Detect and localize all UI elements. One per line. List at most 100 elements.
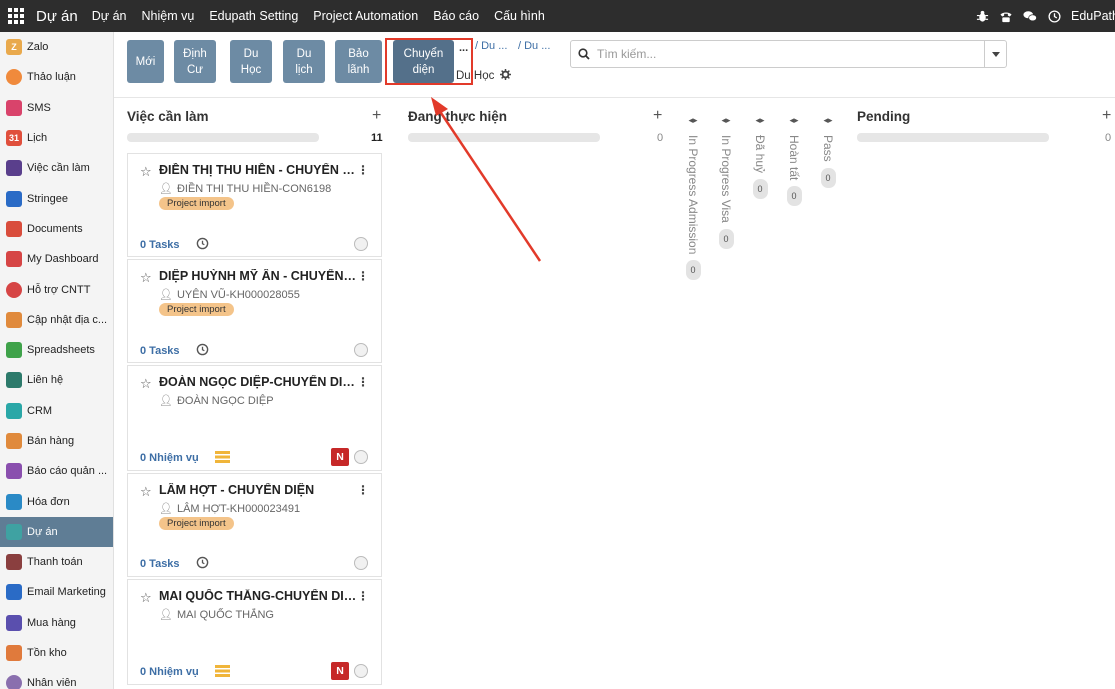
status-circle[interactable] [354,237,368,251]
clock-icon[interactable] [1047,9,1061,23]
bug-icon[interactable] [975,9,989,23]
star-icon[interactable]: ☆ [140,270,152,286]
layers-icon[interactable] [215,665,230,680]
apps-menu-icon[interactable] [0,0,32,32]
menu-cau-hinh[interactable]: Cấu hình [494,9,545,23]
user-avatar-badge[interactable]: N [331,448,349,466]
status-circle[interactable] [354,343,368,357]
breadcrumb-more[interactable]: ... [459,42,468,54]
phone-icon[interactable] [999,9,1013,23]
app-brand[interactable]: Dự án [36,8,78,25]
menu-bao-cao[interactable]: Báo cáo [433,9,479,23]
bao-lanh-button[interactable]: Bảo lãnh [335,40,382,83]
layers-icon[interactable] [215,451,230,466]
chat-icon[interactable] [1023,9,1037,23]
sidebar-item-email-marketing[interactable]: Email Marketing [0,577,113,607]
kanban-card[interactable]: ☆ ĐOÀN NGỌC DIỆP-CHUYỂN DIỆN ⋮ 👤︎ ĐOÀN NG… [127,365,382,471]
status-circle[interactable] [354,664,368,678]
search-input[interactable] [597,42,984,66]
star-icon[interactable]: ☆ [140,484,152,500]
card-tasks-link[interactable]: 0 Tasks [140,239,180,251]
kanban-card[interactable]: ☆ MAI QUỐC THẮNG-CHUYỂN DIỆN ⋮ 👤︎ MAI QUỐ… [127,579,382,685]
crm-icon [6,402,22,419]
sidebar-item-ton-kho[interactable]: Tồn kho [0,638,113,668]
sidebar-item-crm[interactable]: CRM [0,396,113,426]
menu-du-an[interactable]: Dự án [92,9,127,23]
column-title-todo[interactable]: Việc cần làm [127,109,209,124]
card-customer: 👤︎ LÂM HỢT-KH000023491 [159,502,301,516]
folded-column-hoan-tat[interactable]: ◂▸ Hoàn tất 0 [786,115,802,207]
folded-column-admission[interactable]: ◂▸ In Progress Admission 0 [685,115,701,281]
card-tasks-link[interactable]: 0 Nhiệm vụ [140,452,199,464]
user-icon: 👤︎ [159,609,173,621]
kanban-card[interactable]: ☆ DIỆP HUỲNH MỸ ÂN - CHUYỂN DIỆN ⋮ 👤︎ UYÊ… [127,259,382,363]
folded-column-pass[interactable]: ◂▸ Pass 0 [820,115,836,188]
map-icon [6,311,22,328]
sidebar-item-zalo[interactable]: Z Zalo [0,32,113,62]
folded-column-visa[interactable]: ◂▸ In Progress Visa 0 [718,115,734,249]
discuss-icon [6,69,22,86]
sidebar-item-lien-he[interactable]: Liên hệ [0,365,113,395]
breadcrumb-item-2[interactable]: / Du ... [518,40,550,52]
du-lich-button[interactable]: Du lịch [283,40,325,83]
invoice-icon [6,493,22,510]
company-switcher[interactable]: EduPath [1071,9,1115,23]
card-tasks-link[interactable]: 0 Nhiệm vụ [140,666,199,678]
sidebar-item-sms[interactable]: SMS [0,93,113,123]
sidebar-item-cap-nhat-dia-chi[interactable]: Cập nhật địa c... [0,305,113,335]
column-title-pending[interactable]: Pending [857,109,910,124]
new-button[interactable]: Mới [127,40,164,83]
status-circle[interactable] [354,450,368,464]
column-add-inprogress[interactable]: + [653,107,662,125]
folded-column-da-huy[interactable]: ◂▸ Đã huỷ 0 [752,115,768,200]
sidebar-item-documents[interactable]: Documents [0,214,113,244]
card-tag: Project import [159,517,234,530]
sidebar-item-bao-cao-quan-tri[interactable]: Báo cáo quản ... [0,456,113,486]
status-circle[interactable] [354,556,368,570]
card-tasks-link[interactable]: 0 Tasks [140,558,180,570]
sidebar-item-ban-hang[interactable]: Bán hàng [0,426,113,456]
stringee-icon [6,190,22,207]
sidebar-item-lich[interactable]: 31 Lịch [0,123,113,153]
star-icon[interactable]: ☆ [140,164,152,180]
sidebar-item-nhan-vien[interactable]: Nhân viên [0,668,113,689]
sidebar-item-mua-hang[interactable]: Mua hàng [0,608,113,638]
gear-icon[interactable] [500,69,512,83]
sidebar-item-my-dashboard[interactable]: My Dashboard [0,244,113,274]
card-customer: 👤︎ ĐIỀN THỊ THU HIỀN-CON6198 [159,182,332,196]
activity-clock-icon[interactable] [196,343,209,359]
sidebar-item-viec-can-lam[interactable]: Việc cần làm [0,153,113,183]
card-title: ĐIỀN THỊ THU HIỀN - CHUYỂN DIỆN [159,163,359,177]
menu-nhiem-vu[interactable]: Nhiệm vụ [142,9,195,23]
menu-project-automation[interactable]: Project Automation [313,9,418,23]
sidebar-item-spreadsheets[interactable]: Spreadsheets [0,335,113,365]
star-icon[interactable]: ☆ [140,590,152,606]
sidebar-item-stringee[interactable]: Stringee [0,183,113,213]
sidebar-item-hoa-don[interactable]: Hóa đơn [0,486,113,516]
search-dropdown-toggle[interactable] [984,41,1006,67]
kanban-card[interactable]: ☆ LÂM HỢT - CHUYỂN DIỆN ⋮ 👤︎ LÂM HỢT-KH00… [127,473,382,577]
sidebar-item-ho-tro-cntt[interactable]: Hỗ trợ CNTT [0,274,113,304]
dinh-cu-button[interactable]: Định Cư [174,40,216,83]
activity-clock-icon[interactable] [196,237,209,253]
du-hoc-button[interactable]: Du Học [230,40,272,83]
column-add-todo[interactable]: + [372,107,381,125]
column-add-pending[interactable]: + [1102,107,1111,125]
sidebar-item-thao-luan[interactable]: Thảo luận [0,62,113,92]
user-icon: 👤︎ [159,395,173,407]
sidebar-item-thanh-toan[interactable]: Thanh toán [0,547,113,577]
activity-clock-icon[interactable] [196,556,209,572]
column-title-inprogress[interactable]: Đang thực hiện [408,109,507,124]
breadcrumb-item-1[interactable]: / Du ... [475,40,507,52]
kebab-menu-icon[interactable]: ⋮ [357,483,369,497]
kebab-menu-icon[interactable]: ⋮ [357,589,369,603]
kebab-menu-icon[interactable]: ⋮ [357,163,369,177]
kanban-card[interactable]: ☆ ĐIỀN THỊ THU HIỀN - CHUYỂN DIỆN ⋮ 👤︎ ĐI… [127,153,382,257]
star-icon[interactable]: ☆ [140,376,152,392]
user-avatar-badge[interactable]: N [331,662,349,680]
menu-edupath-setting[interactable]: Edupath Setting [209,9,298,23]
card-tasks-link[interactable]: 0 Tasks [140,345,180,357]
kebab-menu-icon[interactable]: ⋮ [357,375,369,389]
sidebar-item-du-an[interactable]: Dự án [0,516,113,548]
kebab-menu-icon[interactable]: ⋮ [357,269,369,283]
